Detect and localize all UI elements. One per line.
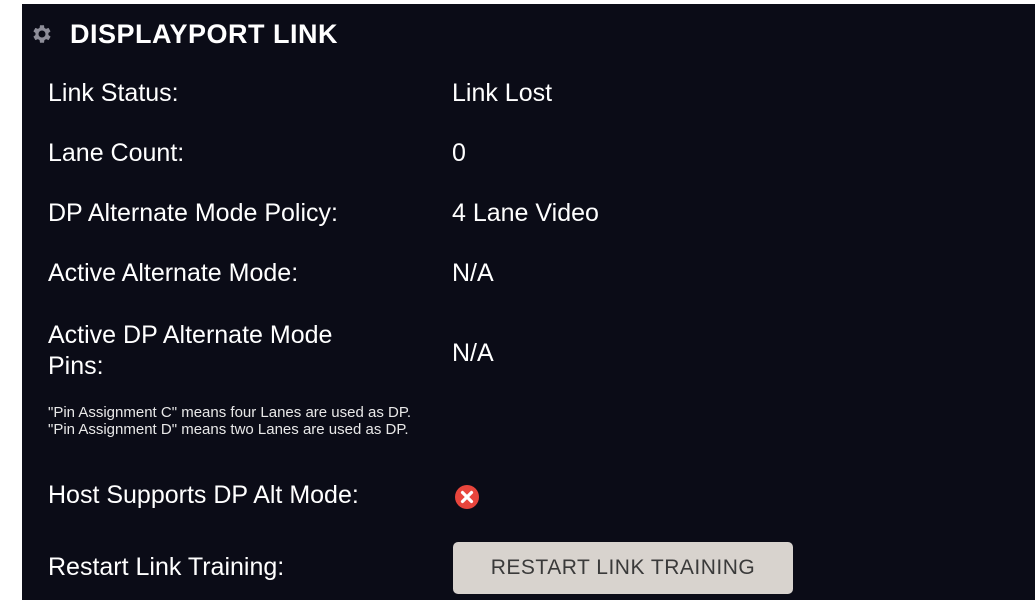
active-alt-mode-row: Active Alternate Mode: N/A	[48, 258, 1015, 298]
dp-alt-mode-policy-value: 4 Lane Video	[452, 199, 599, 227]
restart-label: Restart Link Training:	[48, 553, 285, 581]
gear-icon	[30, 22, 54, 46]
lane-count-row: Lane Count: 0	[48, 138, 1015, 178]
host-support-label: Host Supports DP Alt Mode:	[48, 481, 359, 509]
pin-assignment-note-d: "Pin Assignment D" means two Lanes are u…	[48, 421, 409, 438]
link-status-label: Link Status:	[48, 79, 179, 107]
displayport-link-panel: DISPLAYPORT LINK Link Status: Link Lost …	[22, 4, 1035, 600]
active-dp-pins-label-line2: Pins:	[48, 352, 104, 380]
panel-header: DISPLAYPORT LINK	[30, 18, 338, 50]
active-alt-mode-label: Active Alternate Mode:	[48, 259, 299, 287]
active-dp-pins-value: N/A	[452, 339, 494, 367]
link-status-row: Link Status: Link Lost	[48, 78, 1015, 118]
x-circle-icon	[454, 484, 480, 510]
dp-alt-mode-policy-row: DP Alternate Mode Policy: 4 Lane Video	[48, 198, 1015, 238]
pin-assignment-note: "Pin Assignment C" means four Lanes are …	[48, 404, 411, 438]
restart-link-training-button[interactable]: RESTART LINK TRAINING	[453, 542, 793, 594]
active-alt-mode-value: N/A	[452, 259, 494, 287]
host-support-row: Host Supports DP Alt Mode:	[48, 480, 1015, 520]
panel-title: DISPLAYPORT LINK	[70, 18, 339, 49]
link-status-value: Link Lost	[452, 79, 553, 107]
pin-assignment-note-c: "Pin Assignment C" means four Lanes are …	[48, 404, 412, 421]
active-dp-pins-row: Active DP Alternate Mode Pins: N/A	[48, 320, 1015, 390]
dp-alt-mode-policy-label: DP Alternate Mode Policy:	[48, 199, 338, 227]
active-dp-pins-label-line1: Active DP Alternate Mode	[48, 321, 333, 349]
lane-count-label: Lane Count:	[48, 139, 185, 167]
lane-count-value: 0	[452, 139, 466, 167]
